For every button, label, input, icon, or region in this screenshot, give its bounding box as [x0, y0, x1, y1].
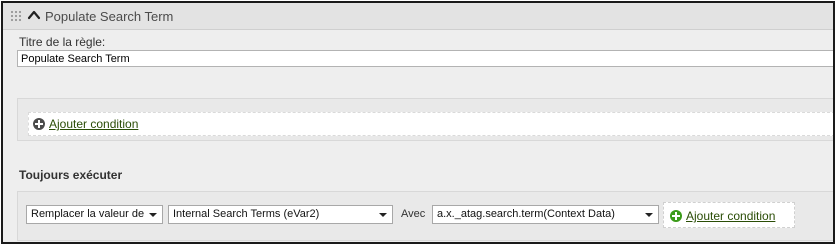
dropdown-arrow-icon: [645, 213, 653, 217]
always-execute-heading: Toujours exécuter: [19, 168, 123, 182]
add-condition-label: Ajouter condition: [686, 209, 776, 223]
conditions-panel: Ajouter condition: [17, 98, 833, 141]
add-condition-label: Ajouter condition: [49, 117, 139, 131]
add-condition-link[interactable]: Ajouter condition: [33, 117, 138, 131]
plus-circle-icon: [670, 210, 682, 222]
always-execute-panel: Remplacer la valeur de Internal Search T…: [17, 191, 833, 241]
value-select-value: a.x._atag.search.term(Context Data): [437, 208, 615, 220]
rule-header: Populate Search Term: [3, 3, 833, 30]
rule-header-title[interactable]: Populate Search Term: [45, 9, 173, 24]
with-label: Avec: [401, 208, 426, 220]
dropdown-arrow-icon: [149, 213, 157, 217]
value-select[interactable]: a.x._atag.search.term(Context Data): [432, 205, 659, 224]
rule-panel: Populate Search Term Titre de la règle: …: [1, 1, 835, 244]
action-select-value: Remplacer la valeur de: [31, 208, 145, 220]
variable-select-value: Internal Search Terms (eVar2): [173, 208, 320, 220]
dropdown-arrow-icon: [379, 213, 387, 217]
action-select[interactable]: Remplacer la valeur de: [26, 205, 163, 224]
variable-select[interactable]: Internal Search Terms (eVar2): [168, 205, 393, 224]
rule-title-label: Titre de la règle:: [19, 35, 106, 49]
chevron-up-icon[interactable]: [27, 8, 41, 22]
add-condition-link[interactable]: Ajouter condition: [670, 209, 775, 223]
add-condition-dropzone: Ajouter condition: [28, 112, 833, 136]
add-condition-dropzone: Ajouter condition: [663, 202, 795, 228]
plus-circle-icon: [33, 118, 45, 130]
drag-handle-icon[interactable]: [10, 10, 22, 22]
rule-title-input[interactable]: [17, 50, 833, 67]
